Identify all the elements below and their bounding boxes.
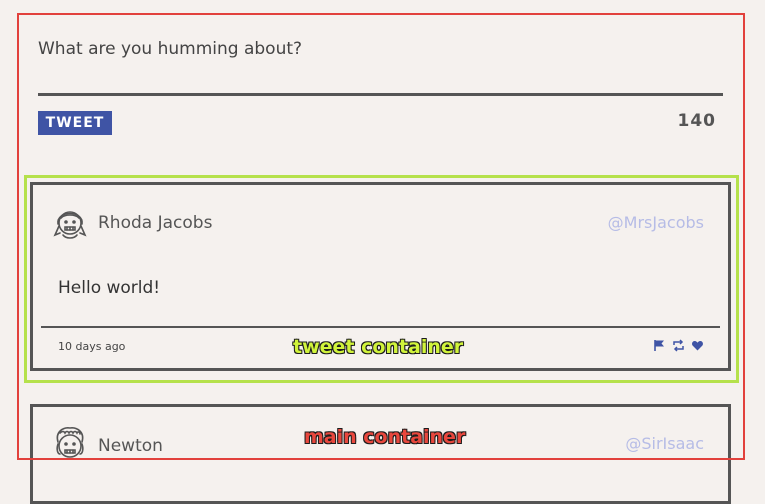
tweet-container-annotation: tweet container bbox=[292, 336, 464, 359]
character-counter: 140 bbox=[677, 111, 716, 131]
tweet-timestamp: 10 days ago bbox=[58, 340, 126, 353]
author-name: Rhoda Jacobs bbox=[98, 213, 213, 233]
tweet-card: Newton @SirIsaac bbox=[30, 404, 731, 504]
author-handle[interactable]: @MrsJacobs bbox=[608, 213, 704, 232]
author-name: Newton bbox=[98, 436, 163, 456]
tweet-text: Hello world! bbox=[58, 278, 161, 298]
tweet-divider bbox=[41, 326, 720, 328]
tweet-actions bbox=[653, 337, 704, 352]
curly-hair-avatar-icon bbox=[50, 424, 90, 464]
flag-icon[interactable] bbox=[653, 337, 666, 351]
compose-input[interactable] bbox=[38, 34, 723, 96]
retweet-icon[interactable] bbox=[672, 337, 685, 352]
author-handle[interactable]: @SirIsaac bbox=[625, 434, 704, 453]
tweet-button[interactable]: TWEET bbox=[38, 111, 112, 135]
like-icon[interactable] bbox=[691, 337, 704, 351]
main-container-annotation: main container bbox=[303, 426, 466, 449]
girl-avatar-icon bbox=[50, 202, 90, 242]
